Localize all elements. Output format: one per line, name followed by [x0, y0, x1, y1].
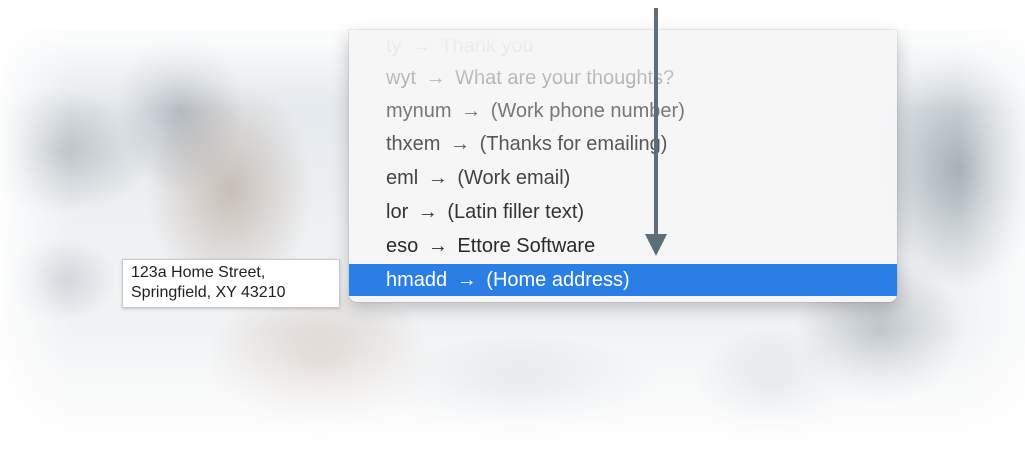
menu-item-abbreviation: thxem — [386, 133, 441, 155]
right-arrow-icon: → — [450, 133, 471, 155]
menu-item-abbreviation: eml — [386, 167, 419, 189]
screen: ty → Thank you wyt → What are your thoug… — [0, 0, 1025, 465]
right-arrow-icon: → — [461, 100, 482, 122]
menu-item-expansion: (Latin filler text) — [447, 201, 585, 223]
menu-item-abbreviation: wyt — [386, 67, 416, 89]
right-arrow-icon: → — [425, 67, 446, 89]
menu-item-abbreviation: eso — [386, 235, 419, 257]
menu-item-abbreviation: hmadd — [386, 269, 448, 291]
right-arrow-icon: → — [411, 35, 432, 57]
menu-item-eso[interactable]: eso → Ettore Software — [349, 230, 897, 262]
menu-item-eml[interactable]: eml → (Work email) — [349, 162, 897, 194]
right-arrow-icon: → — [427, 167, 448, 189]
menu-item-expansion: (Work email) — [457, 167, 571, 189]
menu-item-ty[interactable]: ty → Thank you — [349, 30, 897, 62]
right-arrow-icon: → — [456, 269, 477, 291]
menu-item-expansion: (Home address) — [486, 269, 630, 291]
menu-item-expansion: Thank you — [440, 35, 534, 57]
menu-item-expansion: Ettore Software — [457, 235, 596, 257]
arrow-head — [645, 234, 667, 256]
menu-item-thxem[interactable]: thxem → (Thanks for emailing) — [349, 128, 897, 160]
menu-item-wyt[interactable]: wyt → What are your thoughts? — [349, 62, 897, 94]
tooltip-line-1: 123a Home Street, — [131, 264, 266, 281]
menu-item-abbreviation: mynum — [386, 100, 452, 122]
right-arrow-icon: → — [417, 201, 438, 223]
tooltip-line-2: Springfield, XY 43210 — [131, 284, 286, 301]
menu-item-abbreviation: ty — [386, 35, 402, 57]
autocomplete-menu: ty → Thank you wyt → What are your thoug… — [349, 30, 897, 302]
menu-item-hmadd[interactable]: hmadd → (Home address) — [349, 264, 897, 296]
menu-item-lor[interactable]: lor → (Latin filler text) — [349, 196, 897, 228]
down-arrow-icon — [645, 8, 667, 256]
right-arrow-icon: → — [427, 235, 448, 257]
menu-item-abbreviation: lor — [386, 201, 409, 223]
menu-item-mynum[interactable]: mynum → (Work phone number) — [349, 95, 897, 127]
expansion-preview-tooltip: 123a Home Street, Springfield, XY 43210 — [122, 259, 340, 308]
